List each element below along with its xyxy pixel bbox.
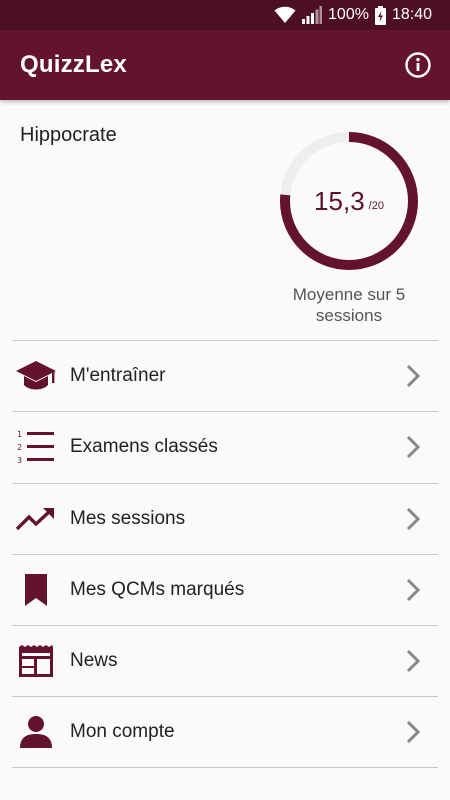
menu-item-train[interactable]: M'entraîner bbox=[12, 340, 438, 411]
menu-item-bookmarked-qcms[interactable]: Mes QCMs marqués bbox=[12, 553, 438, 625]
chevron-right-icon bbox=[398, 646, 428, 676]
chevron-right-icon bbox=[398, 504, 428, 534]
menu-item-account[interactable]: Mon compte bbox=[12, 696, 438, 768]
score-display: 15,3 /20 bbox=[278, 130, 420, 272]
chevron-right-icon bbox=[398, 432, 428, 462]
status-bar: 100% 18:40 bbox=[0, 0, 450, 30]
chevron-right-icon bbox=[398, 717, 428, 747]
menu-item-ranked-exams[interactable]: 1 2 3 Examens classés bbox=[12, 411, 438, 482]
profile-summary: Hippocrate 15,3 /20 Moyenne sur 5 sessio… bbox=[0, 100, 450, 340]
menu-item-label: News bbox=[70, 650, 118, 672]
info-icon bbox=[405, 52, 431, 78]
svg-text:3: 3 bbox=[17, 456, 22, 464]
trending-up-icon bbox=[14, 497, 58, 541]
app-bar: QuizzLex bbox=[0, 30, 450, 100]
profile-name: Hippocrate bbox=[20, 124, 117, 146]
bookmark-icon bbox=[14, 568, 58, 612]
menu-item-label: M'entraîner bbox=[70, 365, 166, 387]
main-menu: M'entraîner 1 2 3 Examens classés Mes se… bbox=[12, 340, 438, 768]
svg-text:1: 1 bbox=[17, 430, 22, 439]
signal-icon bbox=[302, 6, 323, 24]
chevron-right-icon bbox=[398, 575, 428, 605]
score-value: 15,3 bbox=[314, 185, 365, 216]
score-ring: 15,3 /20 bbox=[278, 130, 420, 272]
wifi-icon bbox=[274, 6, 296, 24]
battery-icon bbox=[374, 5, 386, 25]
clock: 18:40 bbox=[391, 6, 432, 23]
svg-text:2: 2 bbox=[17, 443, 22, 452]
menu-item-label: Mon compte bbox=[70, 721, 175, 743]
score-max: /20 bbox=[368, 200, 384, 212]
menu-item-label: Mes sessions bbox=[70, 507, 186, 529]
menu-item-label: Mes QCMs marqués bbox=[70, 579, 245, 601]
battery-percent: 100% bbox=[328, 6, 369, 23]
graduation-cap-icon bbox=[14, 354, 58, 398]
score-caption: Moyenne sur 5 sessions bbox=[292, 285, 406, 325]
ordered-list-icon: 1 2 3 bbox=[14, 425, 58, 469]
app-title: QuizzLex bbox=[20, 51, 127, 78]
info-button[interactable] bbox=[402, 49, 434, 81]
chevron-right-icon bbox=[398, 361, 428, 391]
newspaper-icon bbox=[14, 639, 58, 683]
menu-item-sessions[interactable]: Mes sessions bbox=[12, 482, 438, 554]
menu-item-news[interactable]: News bbox=[12, 625, 438, 696]
menu-item-label: Examens classés bbox=[70, 436, 218, 458]
person-icon bbox=[14, 710, 58, 754]
